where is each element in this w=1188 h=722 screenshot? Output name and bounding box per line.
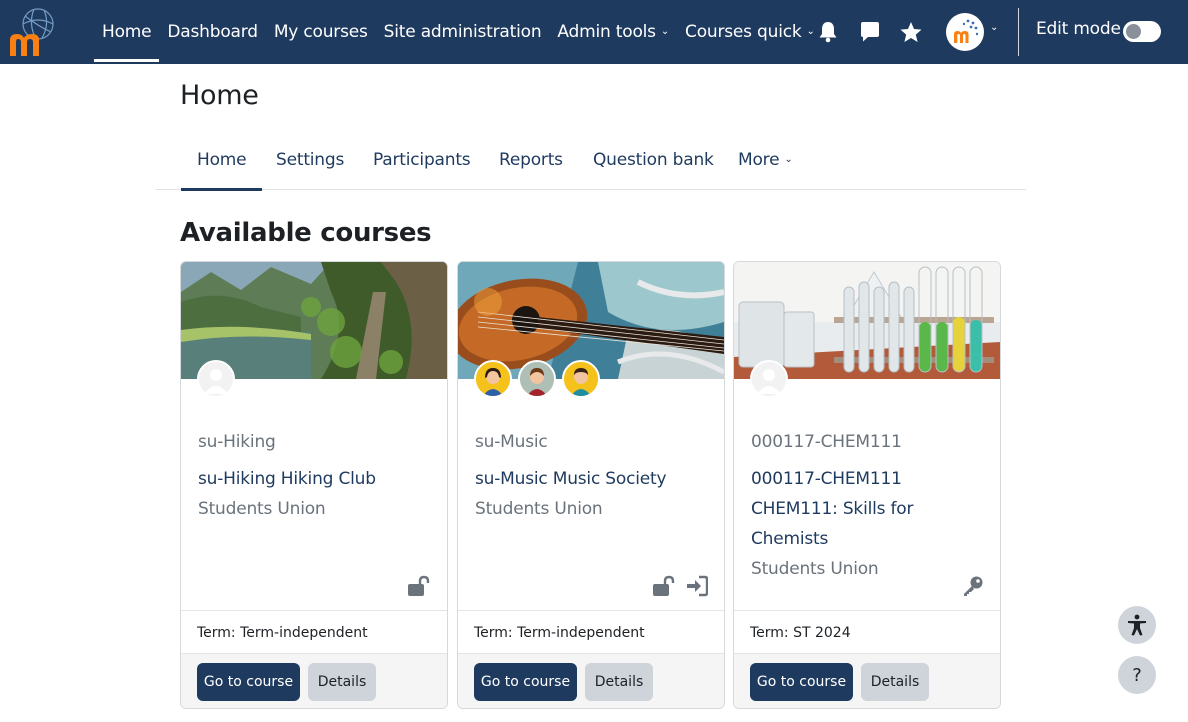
moodle-logo-icon[interactable]	[6, 4, 64, 60]
course-teachers	[197, 360, 241, 398]
navbar-divider	[1018, 8, 1019, 56]
course-shortname: su-Hiking	[198, 432, 276, 452]
nav-site-administration[interactable]: Site administration	[376, 0, 550, 64]
course-teachers	[750, 360, 794, 398]
card-footer: Go to course Details	[734, 653, 1000, 708]
course-fullname: su-Music Music Society	[475, 469, 667, 489]
enrolment-icons	[652, 575, 709, 599]
tab-more[interactable]: More ⌄	[738, 130, 793, 190]
edit-mode-toggle[interactable]	[1123, 21, 1161, 42]
go-to-course-button[interactable]: Go to course	[474, 663, 577, 701]
course-shortname: 000117-CHEM111	[751, 432, 902, 452]
tab-home[interactable]: Home	[180, 130, 263, 191]
default-user-avatar-icon[interactable]	[750, 360, 788, 398]
help-button[interactable]: ?	[1118, 656, 1156, 694]
course-card: su-Hiking su-Hiking Hiking Club Students…	[180, 261, 448, 709]
secondary-navigation: Home Settings Participants Reports Quest…	[156, 130, 1026, 191]
nav-dashboard-label: Dashboard	[167, 22, 258, 42]
tab-reports-label: Reports	[499, 150, 563, 170]
tab-question-bank[interactable]: Question bank	[593, 130, 714, 190]
course-fullname: su-Hiking Hiking Club	[198, 469, 376, 489]
chevron-down-icon: ⌄	[806, 25, 815, 37]
nav-dashboard[interactable]: Dashboard	[159, 0, 265, 64]
nav-site-administration-label: Site administration	[383, 22, 542, 42]
default-user-avatar-icon[interactable]	[197, 360, 235, 398]
nav-my-courses[interactable]: My courses	[266, 0, 376, 64]
unlock-icon	[407, 575, 431, 599]
nav-home-label: Home	[102, 22, 152, 42]
details-button[interactable]: Details	[308, 663, 376, 701]
nav-my-courses-label: My courses	[273, 22, 368, 42]
primary-navigation: Home Dashboard My courses Site administr…	[94, 0, 823, 64]
tab-settings[interactable]: Settings	[276, 130, 344, 190]
nav-admin-tools[interactable]: Admin tools ⌄	[549, 0, 677, 64]
tab-participants-label: Participants	[373, 150, 471, 170]
available-courses-heading: Available courses	[180, 218, 432, 248]
teacher-avatar-icon[interactable]	[518, 360, 556, 398]
user-avatar-icon[interactable]	[946, 13, 984, 51]
go-to-course-button[interactable]: Go to course	[750, 663, 853, 701]
tab-home-label: Home	[197, 150, 247, 170]
details-button[interactable]: Details	[585, 663, 653, 701]
chevron-down-icon: ⌄	[784, 153, 793, 165]
tab-participants[interactable]: Participants	[373, 130, 471, 190]
unlock-icon	[652, 575, 676, 599]
nav-courses-quick-label: Courses quick	[685, 22, 802, 42]
star-icon[interactable]	[899, 20, 923, 44]
card-footer: Go to course Details	[181, 653, 447, 708]
course-shortname: su-Music	[475, 432, 548, 452]
page-title: Home	[180, 80, 259, 111]
help-icon: ?	[1132, 664, 1142, 686]
enrolment-icons	[407, 575, 431, 599]
tab-settings-label: Settings	[276, 150, 345, 170]
course-fullname-link[interactable]: 000117-CHEM111 CHEM111: Skills for Chemi…	[751, 464, 991, 584]
course-fullname: 000117-CHEM111 CHEM111: Skills for Chemi…	[751, 469, 914, 549]
tab-reports[interactable]: Reports	[499, 130, 563, 190]
course-fullname-link[interactable]: su-Hiking Hiking Club Students Union	[198, 464, 438, 524]
edit-mode-label: Edit mode	[1036, 19, 1121, 39]
course-category: Students Union	[198, 499, 326, 519]
course-card: 000117-CHEM111 000117-CHEM111 CHEM111: S…	[733, 261, 1001, 709]
chevron-down-icon: ⌄	[660, 25, 670, 37]
details-button[interactable]: Details	[861, 663, 929, 701]
course-category: Students Union	[751, 559, 879, 579]
teacher-avatar-icon[interactable]	[562, 360, 600, 398]
accessibility-icon[interactable]	[1118, 606, 1156, 644]
course-term: Term: ST 2024	[734, 610, 1000, 654]
course-term: Term: Term-independent	[181, 610, 447, 654]
course-fullname-link[interactable]: su-Music Music Society Students Union	[475, 464, 715, 524]
top-navbar: Home Dashboard My courses Site administr…	[0, 0, 1188, 64]
nav-home[interactable]: Home	[94, 0, 160, 64]
nav-admin-tools-label: Admin tools	[557, 22, 656, 42]
chevron-down-icon[interactable]: ⌄	[990, 22, 998, 33]
chat-bubble-icon[interactable]	[858, 20, 882, 44]
sign-in-icon	[686, 575, 709, 599]
course-teachers	[474, 360, 606, 398]
course-card: su-Music su-Music Music Society Students…	[457, 261, 725, 709]
enrolment-icons	[962, 575, 984, 599]
card-footer: Go to course Details	[458, 653, 724, 708]
tab-question-bank-label: Question bank	[593, 150, 714, 170]
bell-icon[interactable]	[816, 20, 840, 44]
teacher-avatar-icon[interactable]	[474, 360, 512, 398]
course-term: Term: Term-independent	[458, 610, 724, 654]
course-category: Students Union	[475, 499, 603, 519]
key-icon	[962, 575, 984, 599]
go-to-course-button[interactable]: Go to course	[197, 663, 300, 701]
nav-courses-quick[interactable]: Courses quick ⌄	[677, 0, 823, 64]
tab-more-label: More	[738, 150, 780, 170]
